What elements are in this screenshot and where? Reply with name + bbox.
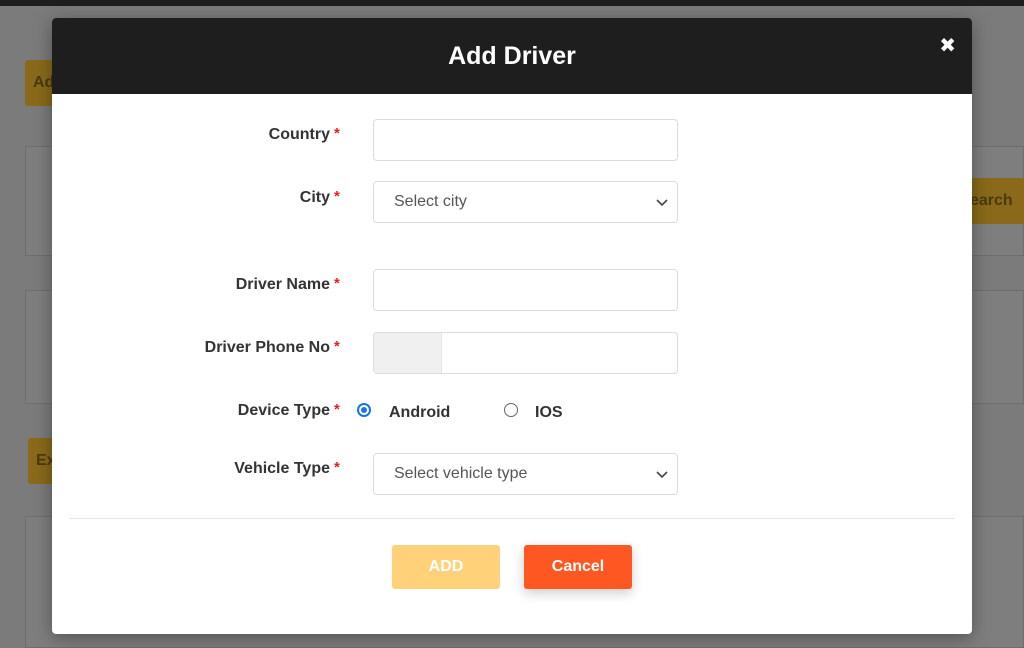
driver-phone-field xyxy=(373,332,678,374)
driver-name-label: Driver Name xyxy=(235,276,330,293)
driver-phone-label: Driver Phone No xyxy=(204,339,330,356)
chevron-down-icon xyxy=(656,471,668,479)
cancel-button[interactable]: Cancel xyxy=(524,545,632,589)
android-radio[interactable] xyxy=(357,403,371,417)
modal-header: Add Driver ✖ xyxy=(52,18,972,94)
modal-title: Add Driver xyxy=(448,41,576,70)
driver-name-input[interactable] xyxy=(373,269,678,311)
add-button[interactable]: ADD xyxy=(392,545,500,589)
close-icon[interactable]: ✖ xyxy=(939,36,956,56)
ios-radio-label[interactable]: IOS xyxy=(535,404,563,422)
background-topbar xyxy=(0,0,1024,6)
required-mark: * xyxy=(334,188,340,205)
required-mark: * xyxy=(334,125,340,142)
required-mark: * xyxy=(334,275,340,292)
country-input[interactable] xyxy=(373,119,678,161)
required-mark: * xyxy=(334,338,340,355)
ios-radio[interactable] xyxy=(504,403,518,417)
vehicle-type-select-value: Select vehicle type xyxy=(394,465,528,482)
city-select-value: Select city xyxy=(394,193,467,210)
required-mark: * xyxy=(334,459,340,476)
android-radio-label[interactable]: Android xyxy=(389,404,450,422)
vehicle-type-select[interactable]: Select vehicle type xyxy=(373,453,678,495)
city-label: City xyxy=(299,189,330,206)
required-mark: * xyxy=(334,401,340,418)
device-type-label: Device Type xyxy=(237,402,330,419)
add-driver-modal: Add Driver ✖ Country * City * Select cit… xyxy=(52,18,972,634)
phone-country-code-select[interactable] xyxy=(374,333,442,373)
country-label: Country xyxy=(268,126,330,143)
vehicle-type-label: Vehicle Type xyxy=(234,460,330,477)
background-search-button: earch xyxy=(964,178,1024,224)
footer-divider xyxy=(70,518,954,519)
chevron-down-icon xyxy=(656,199,668,207)
city-select[interactable]: Select city xyxy=(373,181,678,223)
